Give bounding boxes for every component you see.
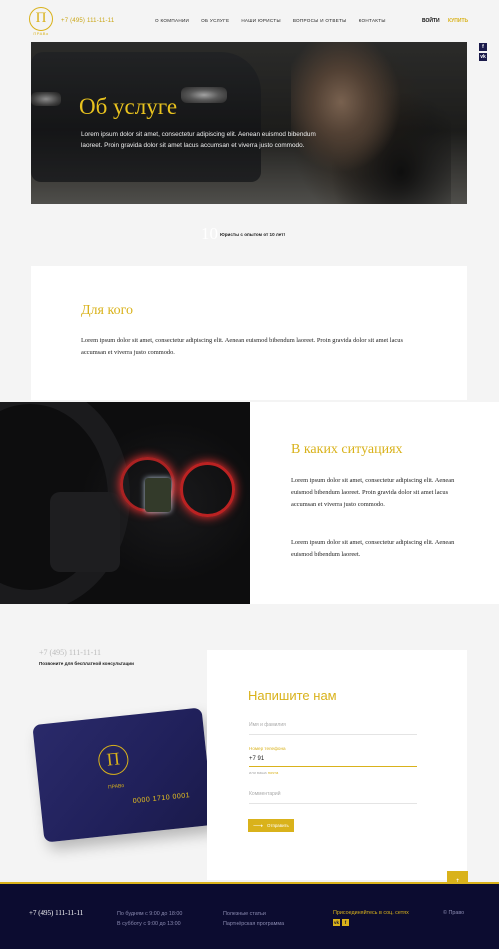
- situations-text-1: Lorem ipsum dolor sit amet, consectetur …: [291, 477, 455, 508]
- footer-link-partners[interactable]: Партнёрская программа: [223, 919, 284, 929]
- send-button-label: Отправить: [267, 823, 289, 828]
- stat-text: Юристы с опытом от 10 лет!: [220, 232, 286, 237]
- club-card-image: П ПРАВо 0000 1710 0001: [32, 707, 214, 843]
- phone-underline: [249, 766, 417, 767]
- comment-placeholder: Комментарий: [249, 791, 281, 797]
- send-button[interactable]: ⟶ Отправить: [248, 819, 294, 832]
- copyright: © Право: [443, 910, 465, 916]
- comment-field[interactable]: Комментарий: [249, 791, 417, 804]
- arrow-right-icon: ⟶: [253, 822, 264, 830]
- dashboard-photo: [0, 402, 250, 604]
- form-title: Напишите нам: [248, 688, 337, 703]
- name-underline: [249, 734, 417, 735]
- vk-icon[interactable]: vk: [333, 919, 340, 926]
- footer-social-label: Присоединяйтесь в соц. сетях: [333, 910, 409, 916]
- gauge-image: [180, 462, 235, 517]
- situations-title: В каких ситуациях: [291, 442, 403, 457]
- card-letter: П: [105, 748, 121, 770]
- footer-social-icons: vk f: [333, 919, 349, 926]
- dashboard-screen-image: [145, 478, 171, 512]
- footer: +7 (495) 111-11-11 По будням с 9:00 до 1…: [0, 882, 499, 949]
- for-whom-section: Для кого Lorem ipsum dolor sit amet, con…: [31, 266, 467, 400]
- card-number: 0000 1710 0001: [132, 792, 191, 806]
- facebook-icon[interactable]: f: [479, 43, 487, 51]
- facebook-icon[interactable]: f: [342, 919, 349, 926]
- phone-hint-prefix: или ваша: [249, 770, 267, 775]
- for-whom-text: Lorem ipsum dolor sit amet, consectetur …: [81, 337, 403, 356]
- footer-hours-saturday: В субботу с 9:00 до 13:00: [117, 921, 181, 927]
- phone-label: Номер телефона: [249, 746, 286, 751]
- side-social: f vk: [479, 43, 488, 63]
- card-brand: ПРАВо: [107, 782, 125, 791]
- main-nav: О компании Об услуге Наши юристы Вопросы…: [155, 18, 386, 23]
- for-whom-title: Для кого: [81, 303, 133, 318]
- contact-form: Напишите нам Имя и фамилия Номер телефон…: [207, 650, 467, 880]
- name-placeholder: Имя и фамилия: [249, 722, 286, 728]
- hero-overlay: [31, 42, 467, 204]
- header: П ПРАВо +7 (495) 111-11-11 О компании Об…: [0, 0, 499, 42]
- header-phone[interactable]: +7 (495) 111-11-11: [61, 18, 114, 24]
- phone-hint: или ваша почта: [249, 770, 278, 775]
- nav-item-about-service[interactable]: Об услуге: [201, 18, 229, 23]
- email-switch-link[interactable]: почта: [268, 770, 278, 775]
- name-field[interactable]: Имя и фамилия: [249, 722, 417, 735]
- logo[interactable]: П ПРАВо: [28, 7, 54, 37]
- footer-phone[interactable]: +7 (495) 111-11-11: [29, 909, 83, 917]
- nav-item-about-company[interactable]: О компании: [155, 18, 189, 23]
- logo-caption: ПРАВо: [33, 31, 49, 36]
- buy-link[interactable]: КУПИТЬ: [448, 18, 468, 24]
- logo-letter: П: [35, 10, 47, 26]
- steering-hub-image: [50, 492, 120, 572]
- comment-underline: [249, 803, 417, 804]
- situations-section: В каких ситуациях Lorem ipsum dolor sit …: [0, 402, 499, 604]
- situations-text-2: Lorem ipsum dolor sit amet, consectetur …: [291, 539, 455, 558]
- hero-title: Об услуге: [79, 94, 178, 119]
- footer-hours-weekdays: По будням с 9:00 до 18:00: [117, 911, 183, 917]
- footer-link-articles[interactable]: Полезные статьи: [223, 909, 284, 919]
- stat-number: 10: [201, 224, 218, 243]
- nav-item-lawyers[interactable]: Наши юристы: [241, 18, 281, 23]
- footer-links: Полезные статьи Партнёрская программа: [223, 909, 284, 929]
- phone-input[interactable]: +7 91: [249, 756, 264, 762]
- contact-phone[interactable]: +7 (495) 111-11-11: [39, 648, 101, 657]
- login-link[interactable]: ВОЙТИ: [422, 18, 440, 24]
- contact-call-text: Позвоните для бесплатной консультации: [39, 661, 134, 666]
- vk-icon[interactable]: vk: [479, 53, 487, 61]
- hero-text: Lorem ipsum dolor sit amet, consectetur …: [81, 131, 316, 149]
- nav-item-contacts[interactable]: Контакты: [359, 18, 386, 23]
- hero-banner: Об услуге Lorem ipsum dolor sit amet, co…: [31, 42, 467, 204]
- nav-item-faq[interactable]: Вопросы и ответы: [293, 18, 347, 23]
- footer-hours: По будням с 9:00 до 18:00 В субботу с 9:…: [117, 909, 182, 929]
